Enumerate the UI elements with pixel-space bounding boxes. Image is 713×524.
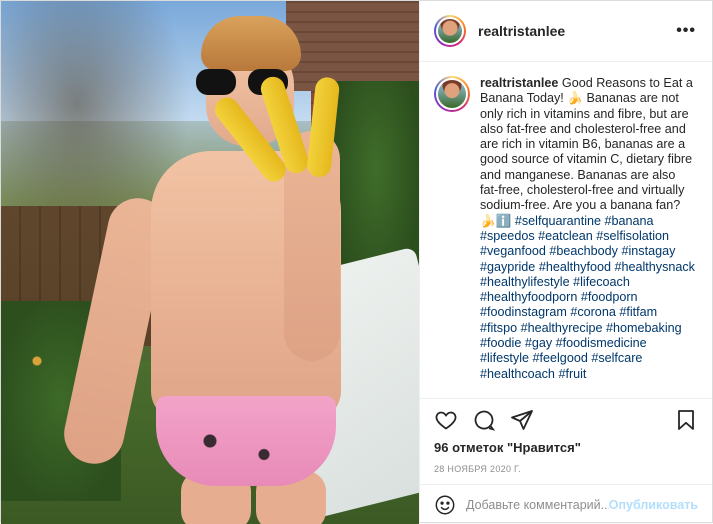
bookmark-icon[interactable] <box>674 408 698 432</box>
heart-icon[interactable] <box>434 408 458 432</box>
hashtag-link[interactable]: #healthylifestyle <box>480 275 570 289</box>
hashtag-link[interactable]: #selfquarantine <box>515 214 601 228</box>
hashtag-link[interactable]: #selfisolation <box>596 229 669 243</box>
hashtag-link[interactable]: #instagay <box>621 244 675 258</box>
caption-area: realtristanlee Good Reasons to Eat a Ban… <box>420 62 712 398</box>
hashtag-link[interactable]: #healthysnack <box>614 260 695 274</box>
more-options-icon[interactable]: ••• <box>676 22 696 40</box>
post-actions <box>420 398 712 440</box>
banana-bunch <box>210 73 341 187</box>
header-username[interactable]: realtristanlee <box>478 23 565 39</box>
hashtag-link[interactable]: #gaypride <box>480 260 535 274</box>
hashtag-link[interactable]: #gay <box>525 336 552 350</box>
avatar[interactable] <box>434 15 466 47</box>
caption-avatar[interactable] <box>434 76 470 112</box>
hashtag-link[interactable]: #speedos <box>480 229 535 243</box>
hashtag-link[interactable]: #foodporn <box>581 290 638 304</box>
publish-button[interactable]: Опубликовать <box>609 498 698 512</box>
hashtag-link[interactable]: #homebaking <box>606 321 682 335</box>
comment-icon[interactable] <box>472 408 496 432</box>
hashtag-link[interactable]: #veganfood <box>480 244 546 258</box>
post-header: realtristanlee ••• <box>420 1 712 62</box>
likes-count[interactable]: 96 отметок "Нравится" <box>420 440 712 460</box>
comment-form: Опубликовать <box>420 484 712 524</box>
person-swim-briefs <box>156 396 336 486</box>
hashtag-link[interactable]: #lifecoach <box>573 275 630 289</box>
post-photo[interactable] <box>1 1 419 524</box>
hashtag-link[interactable]: #beachbody <box>549 244 618 258</box>
hashtag-link[interactable]: #foodinstagram <box>480 305 567 319</box>
instagram-post: realtristanlee ••• realtristanlee Good R… <box>0 0 713 524</box>
hashtag-link[interactable]: #healthyrecipe <box>521 321 603 335</box>
hashtag-link[interactable]: #fitfam <box>619 305 657 319</box>
hashtag-link[interactable]: #feelgood <box>533 351 588 365</box>
hashtag-link[interactable]: #foodismedicine <box>556 336 647 350</box>
photo-person <box>56 11 346 524</box>
hashtag-link[interactable]: #foodie <box>480 336 521 350</box>
hashtag-link[interactable]: #healthcoach <box>480 367 555 381</box>
comment-input[interactable] <box>466 497 609 512</box>
hashtag-link[interactable]: #lifestyle <box>480 351 529 365</box>
post-side-panel: realtristanlee ••• realtristanlee Good R… <box>419 1 712 524</box>
hashtag-link[interactable]: #corona <box>570 305 616 319</box>
caption: realtristanlee Good Reasons to Eat a Ban… <box>480 76 696 398</box>
hashtag-link[interactable]: #selfcare <box>591 351 642 365</box>
smile-icon[interactable] <box>434 494 456 516</box>
caption-username[interactable]: realtristanlee <box>480 76 558 90</box>
hashtag-link[interactable]: #fitspo <box>480 321 517 335</box>
hashtag-link[interactable]: #eatclean <box>538 229 593 243</box>
person-hair <box>201 16 301 71</box>
hashtag-link[interactable]: #healthyfoodporn <box>480 290 577 304</box>
post-date[interactable]: 28 НОЯБРЯ 2020 Г. <box>420 460 712 484</box>
hashtag-link[interactable]: #fruit <box>558 367 586 381</box>
hashtag-list: #selfquarantine #banana #speedos #eatcle… <box>480 214 695 381</box>
caption-body: Good Reasons to Eat a Banana Today! 🍌 Ba… <box>480 76 693 228</box>
hashtag-link[interactable]: #banana <box>605 214 654 228</box>
hashtag-link[interactable]: #healthyfood <box>539 260 611 274</box>
share-icon[interactable] <box>510 408 534 432</box>
